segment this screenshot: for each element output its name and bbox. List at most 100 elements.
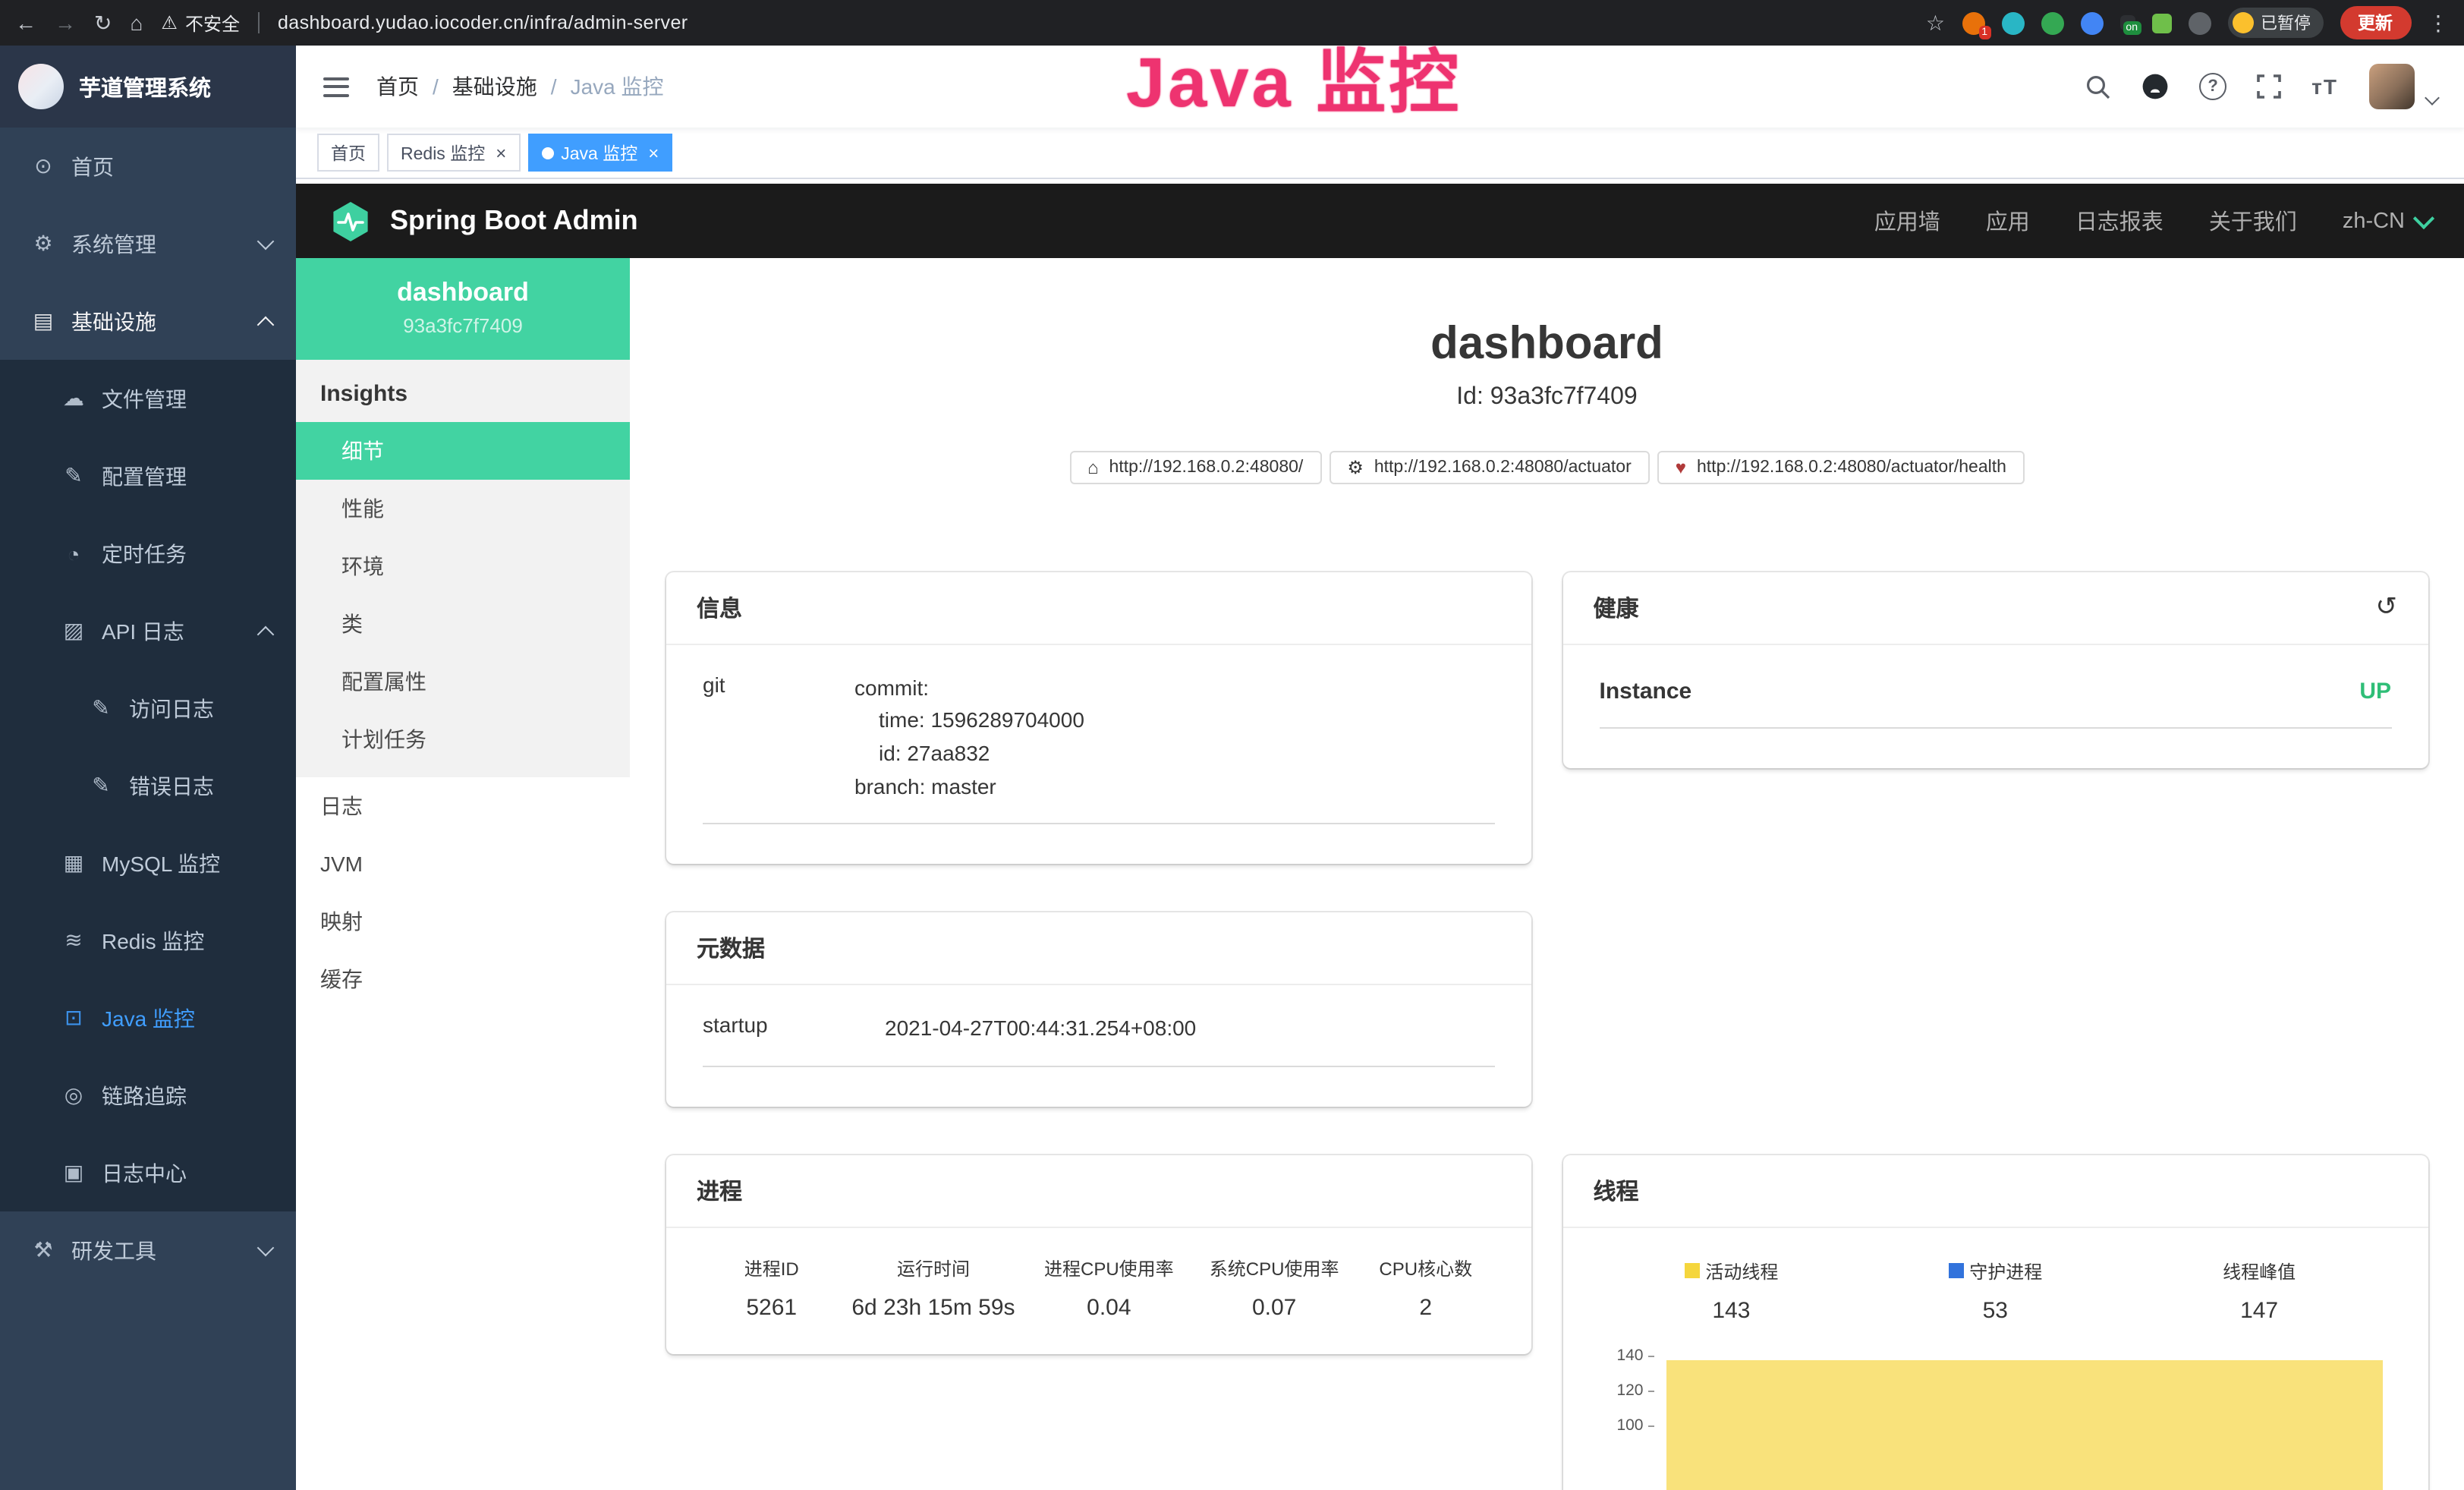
tag-redis-monitor[interactable]: Redis 监控 × (387, 134, 520, 172)
tag-close-icon[interactable]: × (496, 143, 506, 162)
extension-icon-leaf[interactable] (2151, 13, 2171, 33)
metadata-card: 元数据 startup 2021-04-27T00:44:31.254+08:0… (666, 913, 1531, 1107)
update-button[interactable]: 更新 (2340, 6, 2411, 39)
extension-icon-green[interactable] (2041, 11, 2063, 34)
fullscreen-icon[interactable] (2257, 74, 2281, 99)
sidebar-item-file[interactable]: ☁ 文件管理 (0, 360, 296, 437)
legend-live-threads[interactable]: 活动线程 143 (1600, 1258, 1864, 1324)
sba-item-jvm[interactable]: JVM (296, 835, 630, 893)
infra-submenu: ☁ 文件管理 ✎ 配置管理 ◔ 定时任务 ▨ API 日志 (0, 360, 296, 1211)
sba-item-configprops[interactable]: 配置属性 (296, 653, 630, 710)
sidebar-item-config[interactable]: ✎ 配置管理 (0, 437, 296, 515)
sidebar-item-dev-tools[interactable]: ⚒ 研发工具 (0, 1211, 296, 1289)
tag-java-monitor[interactable]: Java 监控 × (527, 134, 672, 172)
sidebar-item-api-log[interactable]: ▨ API 日志 (0, 592, 296, 669)
edit-note-icon: ✎ (88, 695, 114, 721)
sba-instance-header[interactable]: dashboard 93a3fc7f7409 (296, 258, 630, 360)
kebab-menu-icon[interactable]: ⋮ (2428, 12, 2449, 33)
sba-item-mappings[interactable]: 映射 (296, 893, 630, 950)
back-icon[interactable]: ← (15, 12, 36, 33)
sidebar-item-infra[interactable]: ▤ 基础设施 (0, 282, 296, 360)
security-indicator[interactable]: ⚠ 不安全 (161, 10, 240, 36)
extension-icon-teal[interactable] (2001, 11, 2024, 34)
breadcrumb-infra[interactable]: 基础设施 (452, 71, 537, 102)
search-icon[interactable] (2085, 74, 2111, 99)
stat-system-cpu: 系统CPU使用率 0.07 (1191, 1255, 1357, 1321)
warning-icon: ⚠ (161, 12, 178, 33)
sidebar-item-error-log[interactable]: ✎ 错误日志 (0, 747, 296, 824)
sidebar-item-access-log[interactable]: ✎ 访问日志 (0, 669, 296, 747)
refresh-icon[interactable]: ↻ (94, 12, 112, 33)
history-icon[interactable]: ↺ (2376, 592, 2398, 622)
health-card-title: 健康 (1594, 591, 1639, 623)
sba-item-logfile[interactable]: 日志 (296, 777, 630, 835)
sba-language-select[interactable]: zh-CN (2343, 209, 2431, 233)
user-avatar[interactable] (2368, 64, 2414, 109)
home-icon: ⌂ (1087, 458, 1099, 476)
sba-nav-applications[interactable]: 应用 (1986, 205, 2030, 237)
metadata-card-title: 元数据 (666, 913, 1531, 986)
health-card: 健康 ↺ Instance UP (1563, 572, 2428, 767)
breadcrumb: 首页 / 基础设施 / Java 监控 (376, 71, 664, 102)
profile-paused-badge[interactable]: 已暂停 (2227, 8, 2323, 38)
app-logo[interactable]: 芋道管理系统 (0, 46, 296, 128)
info-row-git: git commit: time: 1596289704000 id: 27aa… (703, 672, 1495, 825)
extension-icon-blue[interactable] (2080, 11, 2103, 34)
sba-nav-menu: 应用墙 应用 日志报表 关于我们 zh-CN (1874, 205, 2431, 237)
sba-brand-title[interactable]: Spring Boot Admin (390, 205, 638, 237)
sidebar-item-java[interactable]: ⊡ Java 监控 (0, 979, 296, 1057)
sba-item-environment[interactable]: 环境 (296, 537, 630, 595)
instance-url-link[interactable]: ⌂ http://192.168.0.2:48080/ (1069, 450, 1321, 484)
sidebar-item-job[interactable]: ◔ 定时任务 (0, 515, 296, 592)
home-icon[interactable]: ⌂ (130, 12, 143, 33)
sba-nav-about[interactable]: 关于我们 (2209, 205, 2297, 237)
stat-process-cpu: 进程CPU使用率 0.04 (1026, 1255, 1191, 1321)
sba-item-metrics[interactable]: 性能 (296, 480, 630, 537)
gear-icon: ⚙ (30, 231, 56, 257)
extensions-puzzle-icon[interactable] (2188, 11, 2211, 34)
document-icon: ▣ (61, 1160, 87, 1186)
url-text[interactable]: dashboard.yudao.iocoder.cn/infra/admin-s… (278, 12, 688, 33)
cards-grid: 信息 git commit: time: 1596289704000 id: 2… (666, 572, 2428, 1490)
extension-icon-proxy[interactable]: on (2119, 15, 2135, 30)
health-url-link[interactable]: ♥ http://192.168.0.2:48080/actuator/heal… (1657, 450, 2025, 484)
process-card-title: 进程 (666, 1155, 1531, 1228)
edit-note-icon: ✎ (88, 773, 114, 799)
sba-item-details[interactable]: 细节 (296, 422, 630, 480)
health-row-instance[interactable]: Instance UP (1600, 672, 2392, 728)
legend-daemon-threads[interactable]: 守护进程 53 (1863, 1258, 2127, 1324)
hamburger-icon[interactable] (323, 77, 349, 96)
log-icon: ▨ (61, 618, 87, 644)
font-size-icon[interactable]: тT (2311, 74, 2338, 99)
chevron-up-icon (257, 625, 275, 643)
sidebar-item-trace[interactable]: ◎ 链路追踪 (0, 1057, 296, 1134)
sidebar-item-redis[interactable]: ≋ Redis 监控 (0, 902, 296, 979)
forward-icon[interactable]: → (55, 12, 76, 33)
sidebar-item-mysql[interactable]: ▦ MySQL 监控 (0, 824, 296, 902)
sba-item-caches[interactable]: 缓存 (296, 950, 630, 1008)
extension-icon-orange[interactable]: 1 (1962, 11, 1984, 34)
database-icon: ≋ (61, 928, 87, 953)
actuator-url-link[interactable]: ⚙ http://192.168.0.2:48080/actuator (1329, 450, 1649, 484)
tag-close-icon[interactable]: × (648, 143, 659, 162)
sidebar-item-system[interactable]: ⚙ 系统管理 (0, 205, 296, 282)
process-card: 进程 进程ID 5261 运行时间 6d 23h 15m 59s (666, 1155, 1531, 1354)
github-icon[interactable] (2141, 73, 2169, 100)
legend-blue-swatch (1948, 1264, 1963, 1279)
bookmark-star-icon[interactable]: ☆ (1926, 12, 1945, 33)
sba-item-classes[interactable]: 类 (296, 595, 630, 653)
sba-nav-wall[interactable]: 应用墙 (1874, 205, 1940, 237)
breadcrumb-current: Java 监控 (571, 71, 664, 102)
paused-label: 已暂停 (2261, 11, 2311, 35)
sidebar-item-home[interactable]: ⊙ 首页 (0, 128, 296, 205)
metadata-key: startup (703, 1013, 885, 1046)
sba-navbar: Spring Boot Admin 应用墙 应用 日志报表 关于我们 zh-CN (296, 184, 2464, 258)
sba-nav-journal[interactable]: 日志报表 (2075, 205, 2163, 237)
help-icon[interactable]: ? (2199, 73, 2226, 100)
page-title: dashboard (630, 319, 2464, 371)
health-instance-label: Instance (1600, 678, 1692, 704)
breadcrumb-home[interactable]: 首页 (376, 71, 419, 102)
sba-item-scheduled-tasks[interactable]: 计划任务 (296, 710, 630, 768)
tag-home[interactable]: 首页 (317, 134, 379, 172)
sidebar-item-log-center[interactable]: ▣ 日志中心 (0, 1134, 296, 1211)
